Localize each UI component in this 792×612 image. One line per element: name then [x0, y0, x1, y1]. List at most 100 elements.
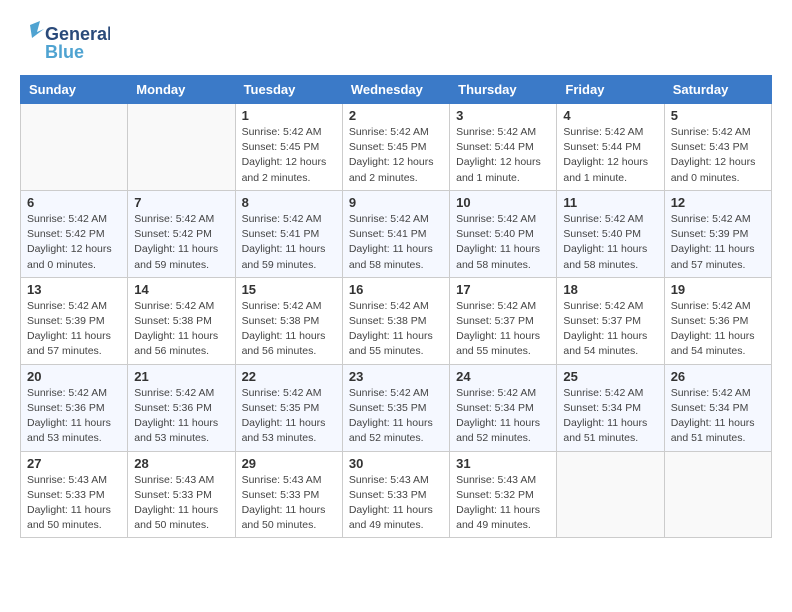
- calendar-cell: 24 Sunrise: 5:42 AMSunset: 5:34 PMDayligh…: [450, 364, 557, 451]
- day-info: Sunrise: 5:42 AMSunset: 5:39 PMDaylight:…: [671, 212, 765, 273]
- day-info: Sunrise: 5:42 AMSunset: 5:39 PMDaylight:…: [27, 299, 121, 360]
- calendar-cell: 27 Sunrise: 5:43 AMSunset: 5:33 PMDayligh…: [21, 451, 128, 538]
- day-info: Sunrise: 5:42 AMSunset: 5:37 PMDaylight:…: [456, 299, 550, 360]
- day-header-monday: Monday: [128, 76, 235, 104]
- svg-text:Blue: Blue: [45, 42, 84, 62]
- day-number: 11: [563, 195, 657, 210]
- calendar-cell: 29 Sunrise: 5:43 AMSunset: 5:33 PMDayligh…: [235, 451, 342, 538]
- day-header-friday: Friday: [557, 76, 664, 104]
- day-number: 4: [563, 108, 657, 123]
- day-header-sunday: Sunday: [21, 76, 128, 104]
- day-number: 27: [27, 456, 121, 471]
- day-number: 18: [563, 282, 657, 297]
- calendar-cell: 4Sunrise: 5:42 AMSunset: 5:44 PMDaylight…: [557, 104, 664, 191]
- calendar-cell: 9 Sunrise: 5:42 AMSunset: 5:41 PMDaylight…: [342, 190, 449, 277]
- day-number: 19: [671, 282, 765, 297]
- day-info: Sunrise: 5:42 AMSunset: 5:34 PMDaylight:…: [671, 386, 765, 447]
- day-number: 25: [563, 369, 657, 384]
- calendar-cell: 20 Sunrise: 5:42 AMSunset: 5:36 PMDayligh…: [21, 364, 128, 451]
- calendar-week-3: 13 Sunrise: 5:42 AMSunset: 5:39 PMDayligh…: [21, 277, 772, 364]
- calendar-cell: 17 Sunrise: 5:42 AMSunset: 5:37 PMDayligh…: [450, 277, 557, 364]
- svg-text:General: General: [45, 24, 110, 44]
- calendar-cell: 12 Sunrise: 5:42 AMSunset: 5:39 PMDayligh…: [664, 190, 771, 277]
- day-info: Sunrise: 5:43 AMSunset: 5:33 PMDaylight:…: [27, 473, 121, 534]
- calendar-cell: 28Sunrise: 5:43 AMSunset: 5:33 PMDayligh…: [128, 451, 235, 538]
- day-info: Sunrise: 5:42 AMSunset: 5:42 PMDaylight:…: [27, 212, 121, 273]
- calendar-table: SundayMondayTuesdayWednesdayThursdayFrid…: [20, 75, 772, 538]
- calendar-cell: 11 Sunrise: 5:42 AMSunset: 5:40 PMDayligh…: [557, 190, 664, 277]
- day-info: Sunrise: 5:42 AMSunset: 5:41 PMDaylight:…: [242, 212, 336, 273]
- day-info: Sunrise: 5:43 AMSunset: 5:33 PMDaylight:…: [242, 473, 336, 534]
- calendar-cell: 13 Sunrise: 5:42 AMSunset: 5:39 PMDayligh…: [21, 277, 128, 364]
- calendar-body: 1 Sunrise: 5:42 AMSunset: 5:45 PMDaylight…: [21, 104, 772, 538]
- header: GeneralBlue: [20, 20, 772, 65]
- day-number: 23: [349, 369, 443, 384]
- day-info: Sunrise: 5:42 AMSunset: 5:42 PMDaylight:…: [134, 212, 228, 273]
- day-number: 3: [456, 108, 550, 123]
- calendar-cell: 8 Sunrise: 5:42 AMSunset: 5:41 PMDaylight…: [235, 190, 342, 277]
- day-info: Sunrise: 5:42 AMSunset: 5:35 PMDaylight:…: [349, 386, 443, 447]
- calendar-cell: 21Sunrise: 5:42 AMSunset: 5:36 PMDayligh…: [128, 364, 235, 451]
- day-info: Sunrise: 5:42 AMSunset: 5:36 PMDaylight:…: [27, 386, 121, 447]
- day-number: 20: [27, 369, 121, 384]
- day-header-wednesday: Wednesday: [342, 76, 449, 104]
- day-number: 21: [134, 369, 228, 384]
- calendar-cell: 2Sunrise: 5:42 AMSunset: 5:45 PMDaylight…: [342, 104, 449, 191]
- day-number: 16: [349, 282, 443, 297]
- calendar-cell: 23 Sunrise: 5:42 AMSunset: 5:35 PMDayligh…: [342, 364, 449, 451]
- calendar-cell: 14 Sunrise: 5:42 AMSunset: 5:38 PMDayligh…: [128, 277, 235, 364]
- calendar-week-1: 1 Sunrise: 5:42 AMSunset: 5:45 PMDaylight…: [21, 104, 772, 191]
- day-number: 26: [671, 369, 765, 384]
- calendar-cell: [21, 104, 128, 191]
- calendar-cell: 31Sunrise: 5:43 AMSunset: 5:32 PMDayligh…: [450, 451, 557, 538]
- day-number: 6: [27, 195, 121, 210]
- calendar-cell: [557, 451, 664, 538]
- calendar-cell: 16 Sunrise: 5:42 AMSunset: 5:38 PMDayligh…: [342, 277, 449, 364]
- day-info: Sunrise: 5:42 AMSunset: 5:36 PMDaylight:…: [671, 299, 765, 360]
- day-number: 24: [456, 369, 550, 384]
- calendar-week-4: 20 Sunrise: 5:42 AMSunset: 5:36 PMDayligh…: [21, 364, 772, 451]
- day-info: Sunrise: 5:42 AMSunset: 5:34 PMDaylight:…: [563, 386, 657, 447]
- day-number: 12: [671, 195, 765, 210]
- day-number: 29: [242, 456, 336, 471]
- calendar-header-row: SundayMondayTuesdayWednesdayThursdayFrid…: [21, 76, 772, 104]
- day-number: 8: [242, 195, 336, 210]
- day-number: 9: [349, 195, 443, 210]
- day-info: Sunrise: 5:42 AMSunset: 5:37 PMDaylight:…: [563, 299, 657, 360]
- calendar-week-5: 27 Sunrise: 5:43 AMSunset: 5:33 PMDayligh…: [21, 451, 772, 538]
- calendar-cell: [128, 104, 235, 191]
- day-number: 30: [349, 456, 443, 471]
- day-number: 13: [27, 282, 121, 297]
- day-number: 15: [242, 282, 336, 297]
- day-info: Sunrise: 5:42 AMSunset: 5:41 PMDaylight:…: [349, 212, 443, 273]
- day-info: Sunrise: 5:42 AMSunset: 5:38 PMDaylight:…: [134, 299, 228, 360]
- calendar-cell: 15Sunrise: 5:42 AMSunset: 5:38 PMDayligh…: [235, 277, 342, 364]
- day-number: 7: [134, 195, 228, 210]
- day-info: Sunrise: 5:42 AMSunset: 5:34 PMDaylight:…: [456, 386, 550, 447]
- day-info: Sunrise: 5:42 AMSunset: 5:38 PMDaylight:…: [349, 299, 443, 360]
- calendar-cell: 25 Sunrise: 5:42 AMSunset: 5:34 PMDayligh…: [557, 364, 664, 451]
- calendar-cell: 5 Sunrise: 5:42 AMSunset: 5:43 PMDaylight…: [664, 104, 771, 191]
- day-number: 5: [671, 108, 765, 123]
- logo-svg: GeneralBlue: [20, 20, 110, 65]
- day-info: Sunrise: 5:42 AMSunset: 5:40 PMDaylight:…: [563, 212, 657, 273]
- day-number: 22: [242, 369, 336, 384]
- calendar-week-2: 6 Sunrise: 5:42 AMSunset: 5:42 PMDaylight…: [21, 190, 772, 277]
- calendar-cell: 3 Sunrise: 5:42 AMSunset: 5:44 PMDaylight…: [450, 104, 557, 191]
- day-info: Sunrise: 5:42 AMSunset: 5:43 PMDaylight:…: [671, 125, 765, 186]
- day-header-thursday: Thursday: [450, 76, 557, 104]
- day-info: Sunrise: 5:42 AMSunset: 5:45 PMDaylight:…: [242, 125, 336, 186]
- calendar-cell: 22 Sunrise: 5:42 AMSunset: 5:35 PMDayligh…: [235, 364, 342, 451]
- day-header-tuesday: Tuesday: [235, 76, 342, 104]
- day-number: 14: [134, 282, 228, 297]
- day-info: Sunrise: 5:42 AMSunset: 5:44 PMDaylight:…: [456, 125, 550, 186]
- day-number: 17: [456, 282, 550, 297]
- calendar-cell: 19 Sunrise: 5:42 AMSunset: 5:36 PMDayligh…: [664, 277, 771, 364]
- day-number: 31: [456, 456, 550, 471]
- calendar-cell: 26 Sunrise: 5:42 AMSunset: 5:34 PMDayligh…: [664, 364, 771, 451]
- day-info: Sunrise: 5:42 AMSunset: 5:35 PMDaylight:…: [242, 386, 336, 447]
- day-number: 1: [242, 108, 336, 123]
- logo: GeneralBlue: [20, 20, 110, 65]
- day-info: Sunrise: 5:42 AMSunset: 5:40 PMDaylight:…: [456, 212, 550, 273]
- day-number: 28: [134, 456, 228, 471]
